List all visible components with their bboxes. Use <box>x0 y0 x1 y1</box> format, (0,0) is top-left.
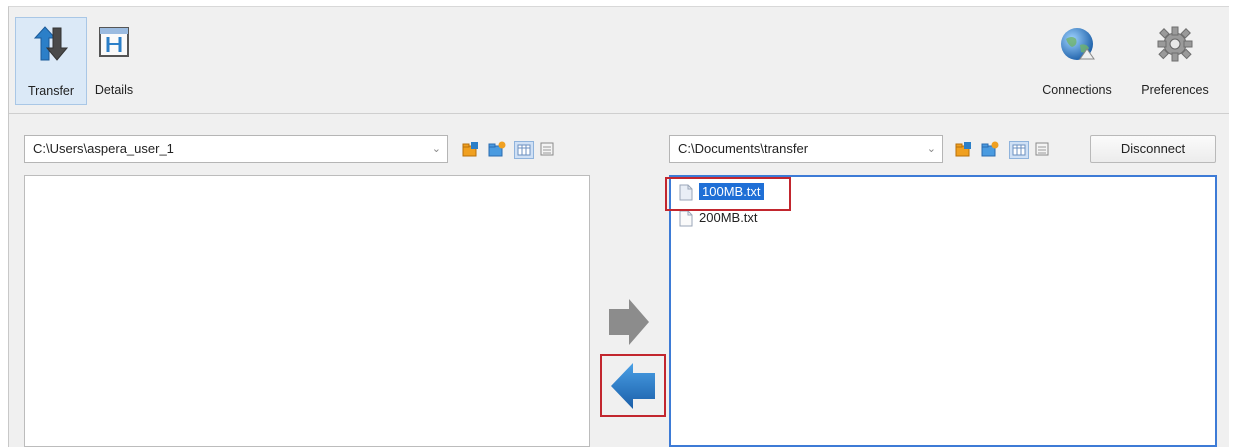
gear-icon <box>1157 26 1193 62</box>
local-file-list[interactable] <box>24 175 590 447</box>
preferences-label: Preferences <box>1141 83 1209 97</box>
selection-highlight-box <box>665 177 791 211</box>
connections-label: Connections <box>1042 83 1112 97</box>
list-view-icon[interactable] <box>1033 141 1051 157</box>
folder-up-icon[interactable] <box>981 141 999 157</box>
transfer-button[interactable]: Transfer <box>15 17 87 105</box>
local-path-text: C:\Users\aspera_user_1 <box>33 141 174 156</box>
remote-path-text: C:\Documents\transfer <box>678 141 809 156</box>
transfer-label: Transfer <box>27 84 75 98</box>
list-view-icon[interactable] <box>538 141 556 157</box>
detail-view-icon[interactable] <box>1009 141 1029 159</box>
local-pane: C:\Users\aspera_user_1 ⌄ <box>24 135 590 447</box>
remote-path-combo[interactable]: C:\Documents\transfer ⌄ <box>669 135 943 163</box>
details-label: Details <box>94 83 134 97</box>
main-toolbar: Transfer Details Connections Preferences <box>9 7 1229 114</box>
globe-icon <box>1061 28 1095 60</box>
new-folder-icon[interactable] <box>955 141 973 157</box>
remote-pane: C:\Documents\transfer ⌄ Disconnect 100MB… <box>665 135 1217 447</box>
transfer-icon <box>33 26 69 61</box>
chevron-down-icon[interactable]: ⌄ <box>927 136 936 162</box>
folder-up-icon[interactable] <box>488 141 506 157</box>
text-file-icon <box>679 210 693 227</box>
details-button[interactable]: Details <box>89 17 139 103</box>
new-folder-icon[interactable] <box>462 141 480 157</box>
details-icon <box>99 27 129 57</box>
local-path-combo[interactable]: C:\Users\aspera_user_1 ⌄ <box>24 135 448 163</box>
detail-view-icon[interactable] <box>514 141 534 159</box>
disconnect-button[interactable]: Disconnect <box>1090 135 1216 163</box>
upload-arrow-icon[interactable] <box>605 297 653 347</box>
chevron-down-icon[interactable]: ⌄ <box>432 136 441 162</box>
connections-button[interactable]: Connections <box>1031 17 1123 103</box>
remote-file-list[interactable]: 100MB.txt 200MB.txt <box>669 175 1217 447</box>
preferences-button[interactable]: Preferences <box>1127 17 1223 103</box>
file-name: 200MB.txt <box>699 210 758 225</box>
app-window: Transfer Details Connections Preferences… <box>8 6 1229 447</box>
download-arrow-icon[interactable] <box>607 361 659 411</box>
